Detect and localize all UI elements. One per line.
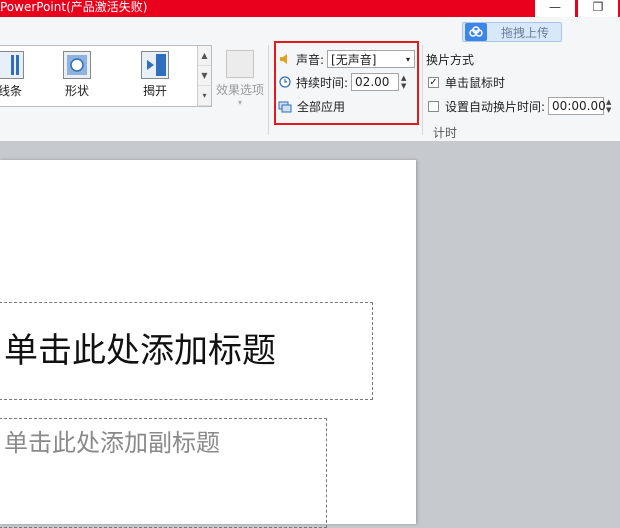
shape-icon [63,51,91,79]
transition-uncover-label: 揭开 [142,84,167,98]
effect-options-icon [226,50,254,78]
drag-upload-label: 拖拽上传 [501,25,550,40]
lines-icon [0,51,24,79]
gallery-scrollbar[interactable]: ▲ ▼ ▾ [197,46,211,106]
title-bar: PowerPoint(产品激活失败) [0,0,620,17]
restore-button[interactable]: ❐ [578,0,618,17]
advance-title: 换片方式 [426,51,474,68]
transition-shape-label: 形状 [64,84,89,98]
on-click-label: 单击鼠标时 [445,76,506,90]
after-time-value: 00:00.00 [552,99,606,113]
transition-lines[interactable]: 线条 [0,51,40,99]
after-time-row: 设置自动换片时间: 00:00.00 ▲ ▼ [428,97,611,115]
advance-title-label: 换片方式 [426,53,475,67]
effect-options-button[interactable]: 效果选项 ▾ [214,50,266,107]
minimize-icon: — [549,0,561,14]
effect-options-label: 效果选项 [215,83,264,97]
uncover-icon [141,51,169,79]
after-time-spinner[interactable]: ▲ ▼ [606,98,611,114]
restore-icon: ❐ [592,0,604,14]
cloud-icon [465,23,487,41]
timing-group-label: 计时 [433,126,458,140]
after-time-label: 设置自动换片时间: [445,99,546,114]
checkbox-checked-icon[interactable]: ✓ [428,77,439,88]
effect-options-dropdown-icon: ▾ [237,98,242,107]
after-time-input[interactable]: 00:00.00 [548,97,606,115]
gallery-scroll-up-icon[interactable]: ▲ [198,46,211,66]
on-click-checkbox[interactable]: ✓ 单击鼠标时 [428,74,505,91]
separator [268,45,269,135]
gallery-more-icon[interactable]: ▾ [198,86,211,106]
separator [422,45,423,135]
minimize-button[interactable]: — [535,0,575,17]
transition-lines-label: 线条 [0,84,22,98]
window-title: PowerPoint(产品激活失败) [0,0,148,14]
transition-shape[interactable]: 形状 [47,51,107,99]
transition-uncover[interactable]: 揭开 [125,51,185,99]
gallery-scroll-down-icon[interactable]: ▼ [198,66,211,86]
highlight-box [274,41,419,125]
transition-gallery: 线条 形状 揭开 ▲ ▼ ▾ [0,45,212,107]
title-placeholder[interactable]: 单击此处添加标题 [0,302,373,400]
subtitle-placeholder[interactable]: 单击此处添加副标题 [0,418,327,528]
drag-upload-button[interactable]: 拖拽上传 [462,22,562,42]
spin-up-icon[interactable]: ▲ [606,98,611,106]
spin-down-icon[interactable]: ▼ [606,106,611,114]
checkbox-unchecked-icon[interactable] [428,100,439,112]
